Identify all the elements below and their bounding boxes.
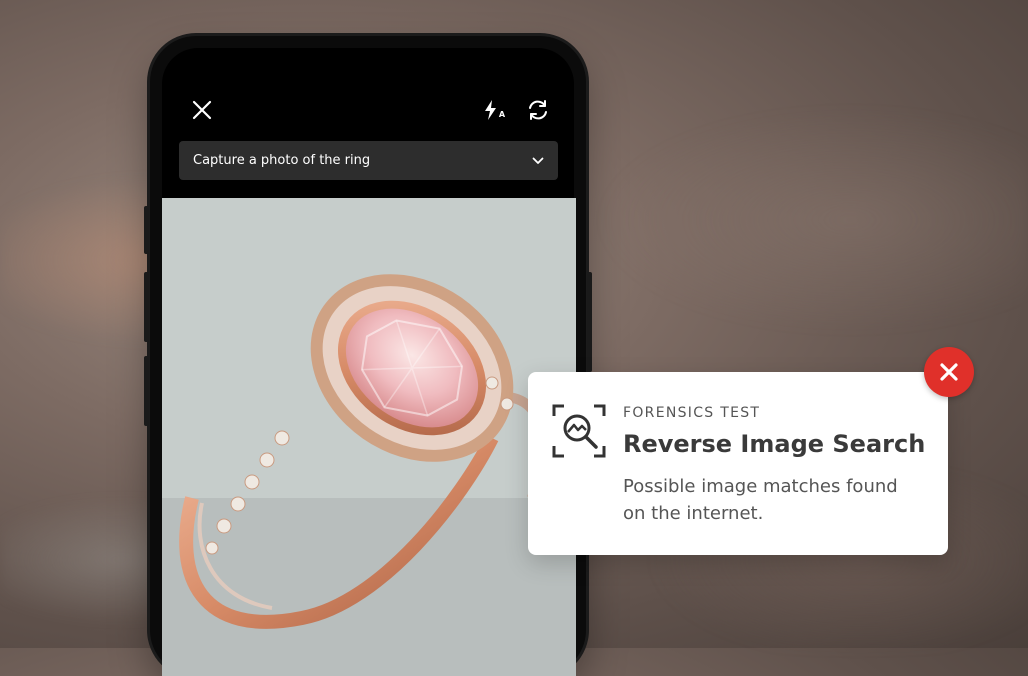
forensics-result-card: FORENSICS TEST Reverse Image Search Poss… bbox=[528, 372, 948, 555]
close-camera-button[interactable] bbox=[190, 98, 214, 122]
phone-side-button bbox=[144, 356, 149, 426]
failed-status-badge bbox=[924, 347, 974, 397]
chevron-down-icon bbox=[532, 157, 544, 164]
close-icon bbox=[192, 100, 212, 120]
camera-top-bar: A Capture a photo of the ring bbox=[162, 48, 574, 198]
flash-auto-icon bbox=[484, 100, 496, 120]
image-search-icon bbox=[552, 404, 606, 462]
x-circle-icon bbox=[940, 363, 958, 381]
phone-side-button bbox=[144, 272, 149, 342]
flip-camera-icon bbox=[529, 100, 547, 120]
card-title: Reverse Image Search bbox=[623, 430, 926, 458]
flash-auto-badge: A bbox=[498, 109, 506, 119]
flash-button[interactable]: A bbox=[480, 96, 508, 124]
phone-side-button bbox=[587, 272, 592, 372]
phone-side-button bbox=[144, 206, 149, 254]
capture-prompt-label: Capture a photo of the ring bbox=[193, 153, 371, 168]
camera-viewfinder[interactable] bbox=[162, 198, 576, 676]
card-eyebrow: FORENSICS TEST bbox=[623, 405, 761, 421]
phone-device: A Capture a photo of the ring bbox=[144, 36, 592, 676]
card-description: Possible image matches found on the inte… bbox=[623, 476, 898, 524]
capture-prompt-dropdown[interactable]: Capture a photo of the ring bbox=[179, 141, 558, 180]
ring-photo bbox=[162, 198, 576, 676]
flip-camera-button[interactable] bbox=[524, 96, 552, 124]
